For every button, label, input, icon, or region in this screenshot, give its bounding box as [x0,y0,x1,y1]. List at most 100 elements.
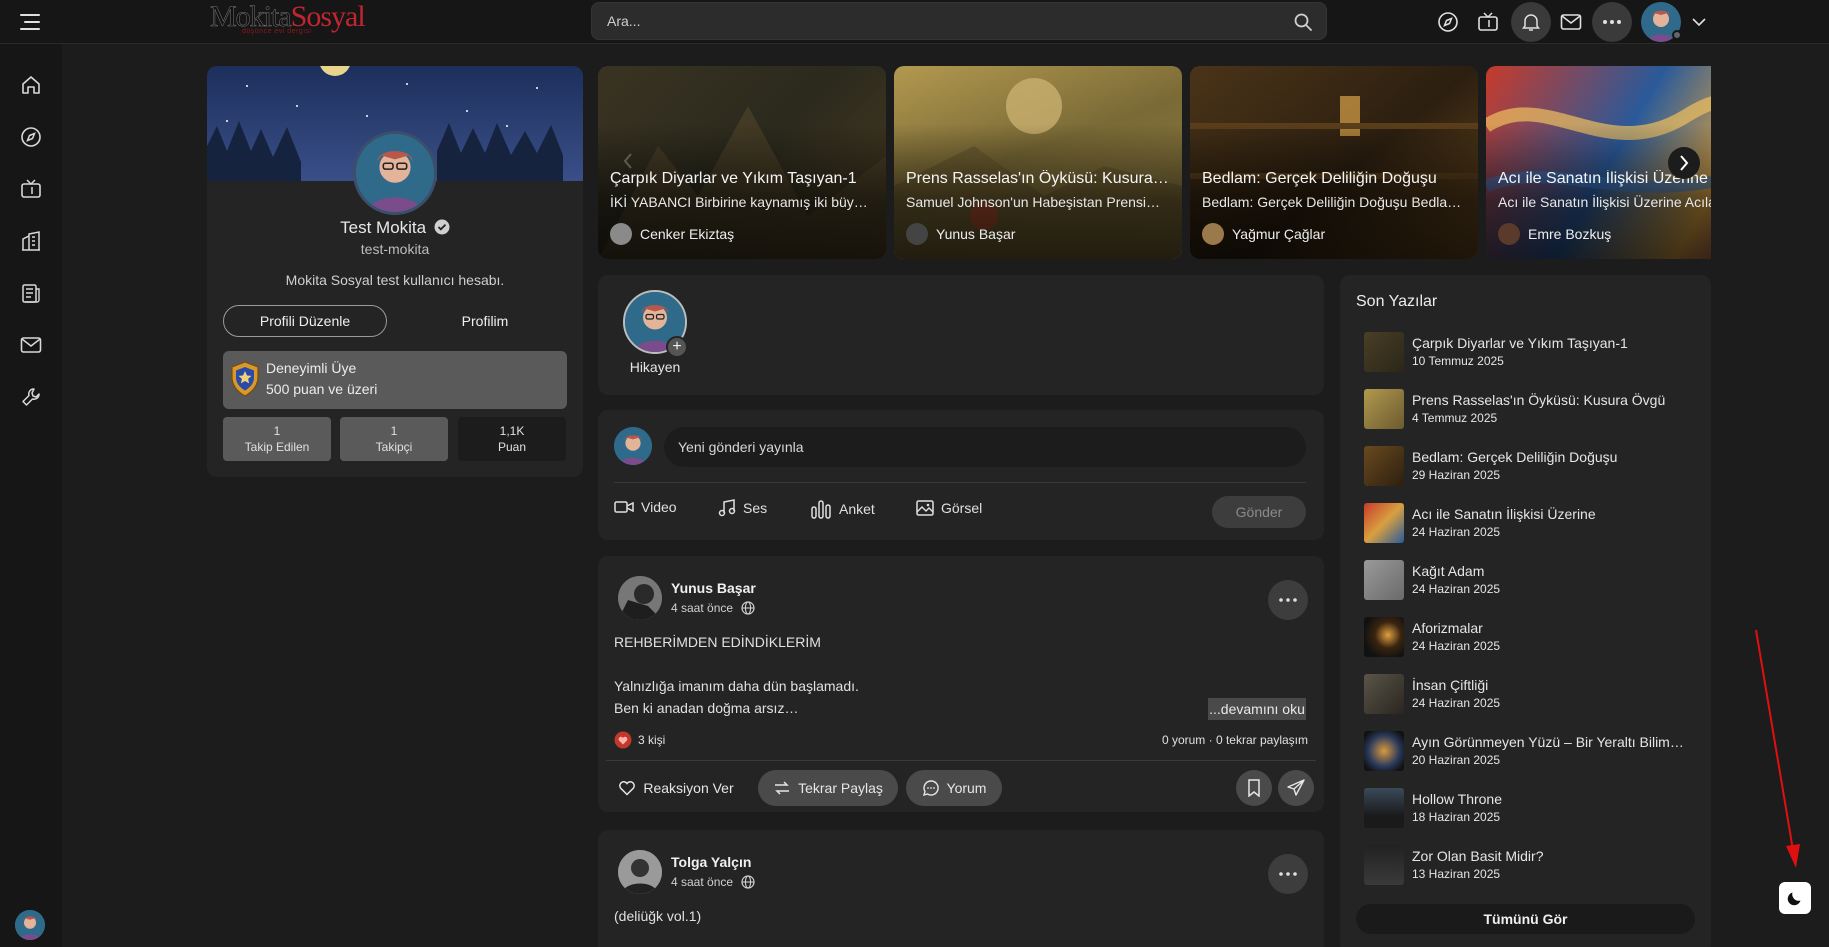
explore-icon[interactable] [17,123,45,151]
chevron-right-icon [1679,155,1689,171]
chevron-down-icon[interactable] [1685,8,1713,36]
tv-icon[interactable] [1474,8,1502,36]
recent-article-item[interactable]: Prens Rasselas'ın Öyküsü: Kusura Övgü 4 T… [1364,389,1704,431]
reactions-summary[interactable]: 3 kişi [614,731,665,749]
comment-button[interactable]: Yorum [906,770,1002,806]
carousel-card-author[interactable]: Emre Bozkuş [1498,223,1611,245]
post-heading: REHBERİMDEN EDİNDİKLERİM [614,634,821,650]
article-thumbnail [1364,332,1404,372]
music-icon [718,499,736,517]
building-icon[interactable] [17,227,45,255]
carousel-card-author[interactable]: Yağmur Çağlar [1202,223,1325,245]
recent-articles-title: Son Yazılar [1356,293,1438,310]
verified-icon [434,219,450,235]
see-all-button[interactable]: Tümünü Gör [1356,904,1695,934]
profile-avatar[interactable] [353,131,437,215]
carousel-next-button[interactable] [1668,147,1700,179]
stat-following[interactable]: 1 Takip Edilen [223,417,331,461]
read-more-button[interactable]: ...devamını oku [1208,698,1306,720]
post-counts[interactable]: 0 yorum · 0 tekrar paylaşım [1162,733,1308,747]
more-menu-button[interactable] [1592,2,1632,42]
site-logo[interactable]: MokitaSosyal düşünce evi dergisi [210,0,366,42]
tools-icon[interactable] [17,383,45,411]
carousel-prev-button[interactable] [614,147,642,175]
dots-icon [1279,872,1297,876]
globe-icon [741,875,755,889]
profile-name: Test Mokita [207,218,583,238]
menu-icon[interactable] [16,8,44,36]
send-post-button[interactable]: Gönder [1212,496,1306,528]
level-title: Deneyimli Üye [266,360,357,376]
profile-username: test-mokita [360,241,430,257]
article-thumbnail [1364,845,1404,885]
article-thumbnail [1364,674,1404,714]
post-author-avatar[interactable] [618,576,662,620]
carousel-card-author[interactable]: Yunus Başar [906,223,1015,245]
article-thumbnail [1364,389,1404,429]
audio-button[interactable]: Ses [718,499,767,517]
react-button[interactable]: Reaksiyon Ver [614,770,738,806]
author-avatar [1498,223,1520,245]
article-thumbnail [1364,560,1404,600]
carousel-card[interactable]: Bedlam: Gerçek Deliliğin Doğuşu Bedlam: … [1190,66,1478,259]
stat-followers[interactable]: 1 Takipçi [340,417,448,461]
recent-article-item[interactable]: Zor Olan Basit Midir? 13 Haziran 2025 [1364,845,1704,887]
compass-icon[interactable] [1434,8,1462,36]
carousel-card[interactable]: Prens Rasselas'ın Öyküsü: Kusura Övgü Sa… [894,66,1182,259]
post-author-name[interactable]: Tolga Yalçın [671,854,751,870]
composer-avatar [614,427,652,465]
theme-toggle-button[interactable] [1779,882,1811,914]
recent-article-item[interactable]: Hollow Throne 18 Haziran 2025 [1364,788,1704,830]
recent-article-item[interactable]: Kağıt Adam 24 Haziran 2025 [1364,560,1704,602]
stories-bar: + Hikayen [598,275,1324,395]
post-meta: 4 saat önce [671,875,755,889]
post-author-avatar[interactable] [618,850,662,894]
comment-icon [922,779,940,797]
search-icon[interactable] [1294,13,1312,31]
image-button[interactable]: Görsel [916,499,982,517]
rail-user-avatar[interactable] [15,910,45,940]
post-options-button[interactable] [1268,854,1308,894]
my-profile-button[interactable]: Profilim [403,305,567,337]
bookmark-icon [1247,779,1261,797]
article-thumbnail [1364,617,1404,657]
article-thumbnail [1364,788,1404,828]
carousel-card-subtitle: İKİ YABANCI Birbirine kaynamış iki büyük… [610,194,874,210]
recent-article-item[interactable]: Çarpık Diyarlar ve Yıkım Taşıyan-1 10 Tem… [1364,332,1704,374]
edit-profile-button[interactable]: Profili Düzenle [223,305,387,337]
article-thumbnail [1364,446,1404,486]
bookmark-button[interactable] [1236,770,1272,806]
new-post-input[interactable]: Yeni gönderi yayınla [664,427,1306,467]
recent-article-item[interactable]: İnsan Çiftliği 24 Haziran 2025 [1364,674,1704,716]
stat-points: 1,1K Puan [458,417,566,461]
level-description: 500 puan ve üzeri [266,381,378,397]
reshare-button[interactable]: Tekrar Paylaş [758,770,898,806]
profile-bio: Mokita Sosyal test kullanıcı hesabı. [285,272,505,288]
articles-icon[interactable] [17,279,45,307]
recent-article-item[interactable]: Ayın Görünmeyen Yüzü – Bir Yeraltı Bilim… [1364,731,1704,773]
carousel-card-subtitle: Bedlam: Gerçek Deliliğin Doğuşu Bedlam… [1202,194,1466,210]
messages-icon[interactable] [17,331,45,359]
status-dot [1672,30,1682,40]
recent-article-item[interactable]: Acı ile Sanatın İlişkisi Üzerine 24 Hazir… [1364,503,1704,545]
mail-icon[interactable] [1557,8,1585,36]
poll-button[interactable]: Anket [810,499,875,519]
post-options-button[interactable] [1268,580,1308,620]
search-input[interactable] [592,3,1326,39]
tv-icon[interactable] [17,175,45,203]
carousel-card-author[interactable]: Cenker Ekiztaş [610,223,734,245]
heart-icon [618,780,636,796]
home-icon[interactable] [17,71,45,99]
notifications-button[interactable] [1511,2,1551,42]
recent-article-item[interactable]: Aforizmalar 24 Haziran 2025 [1364,617,1704,659]
add-story-icon[interactable]: + [666,336,688,358]
recent-article-item[interactable]: Bedlam: Gerçek Deliliğin Doğuşu 29 Hazira… [1364,446,1704,488]
video-button[interactable]: Video [614,499,677,515]
moon-icon [1786,889,1804,907]
article-thumbnail [1364,731,1404,771]
carousel-card-subtitle: Acı ile Sanatın İlişkisi Üzerine Acıla… [1498,194,1711,210]
shield-badge-icon [229,360,261,398]
post-author-name[interactable]: Yunus Başar [671,580,756,596]
author-avatar [906,223,928,245]
send-button[interactable] [1278,770,1314,806]
